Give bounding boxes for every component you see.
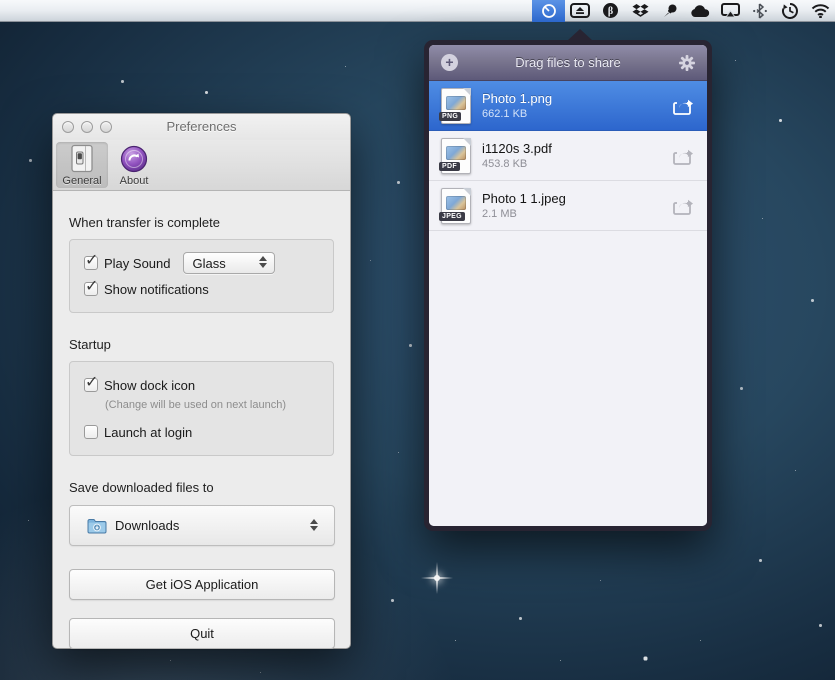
show-notifications-label: Show notifications (104, 282, 209, 297)
checkmark-icon: ✓ (85, 372, 98, 392)
file-list: PNG Photo 1.png 662.1 KB (429, 81, 707, 231)
svg-text:β: β (607, 6, 612, 17)
drop-zone[interactable] (429, 231, 707, 526)
show-dock-icon-label: Show dock icon (104, 378, 195, 393)
launch-at-login-checkbox[interactable]: ✓ (84, 425, 98, 439)
checkmark-icon: ✓ (85, 250, 98, 270)
desktop: β (0, 0, 835, 680)
download-folder-select[interactable]: Downloads (69, 505, 335, 546)
tab-general[interactable]: General (56, 142, 108, 188)
startup-heading: Startup (69, 337, 334, 352)
dropbox-icon (632, 3, 649, 19)
play-sound-checkbox[interactable]: ✓ (84, 256, 98, 270)
close-button[interactable] (62, 121, 74, 133)
transfer-complete-group: ✓ Play Sound Glass ✓ Show notifications (69, 239, 334, 313)
transfer-complete-heading: When transfer is complete (69, 215, 334, 230)
beta-app-menu-icon[interactable]: β (595, 0, 625, 22)
clock-icon (541, 3, 557, 19)
file-name: Photo 1.png (482, 91, 671, 106)
pin-menu-icon[interactable] (655, 0, 685, 22)
share-icon (671, 96, 695, 116)
share-popover: + Drag files to share (424, 40, 712, 531)
popover-title: Drag files to share (515, 55, 621, 70)
file-size: 2.1 MB (482, 208, 671, 220)
eject-icon (570, 3, 590, 18)
title-bar[interactable]: Preferences (53, 114, 350, 140)
share-icon (671, 196, 695, 216)
transfer-app-menu-icon[interactable] (532, 0, 565, 22)
png-file-icon: PNG (441, 88, 471, 124)
file-row[interactable]: PNG Photo 1.png 662.1 KB (429, 81, 707, 131)
cloud-menu-icon[interactable] (685, 0, 715, 22)
file-name: i1120s 3.pdf (482, 141, 671, 156)
stepper-arrows-icon (259, 256, 267, 268)
sound-select[interactable]: Glass (183, 252, 275, 274)
show-dock-icon-checkbox[interactable]: ✓ (84, 378, 98, 392)
pushpin-icon (662, 3, 678, 19)
file-name: Photo 1 1.jpeg (482, 191, 671, 206)
share-button[interactable] (671, 196, 695, 216)
gear-icon (678, 54, 696, 72)
airplay-icon (721, 3, 740, 18)
tab-general-label: General (62, 175, 101, 187)
wifi-menu-icon[interactable] (805, 0, 835, 22)
cloud-icon (690, 4, 710, 18)
minimize-button[interactable] (81, 121, 93, 133)
bluetooth-icon (752, 3, 768, 19)
startup-group: ✓ Show dock icon (Change will be used on… (69, 361, 334, 456)
sound-select-value: Glass (193, 256, 226, 271)
downloads-folder-icon (87, 518, 107, 534)
wifi-icon (811, 4, 830, 18)
dock-change-note: (Change will be used on next launch) (105, 399, 319, 411)
about-icon (119, 144, 149, 174)
play-sound-label: Play Sound (104, 256, 171, 271)
eject-box-menu-icon[interactable] (565, 0, 595, 22)
file-row[interactable]: PDF i1120s 3.pdf 453.8 KB (429, 131, 707, 181)
popover-arrow (567, 29, 593, 41)
checkmark-icon: ✓ (85, 276, 98, 296)
beta-icon: β (602, 2, 619, 19)
preferences-toolbar: General About (53, 140, 350, 191)
preferences-window: Preferences General (52, 113, 351, 649)
bluetooth-menu-icon[interactable] (745, 0, 775, 22)
file-size: 662.1 KB (482, 108, 671, 120)
add-file-button[interactable]: + (441, 54, 458, 71)
share-icon (671, 146, 695, 166)
file-size: 453.8 KB (482, 158, 671, 170)
popover-header: + Drag files to share (429, 45, 707, 81)
share-button[interactable] (671, 96, 695, 116)
launch-at-login-label: Launch at login (104, 425, 192, 440)
get-ios-app-button[interactable]: Get iOS Application (69, 569, 335, 600)
pdf-file-icon: PDF (441, 138, 471, 174)
light-switch-icon (69, 144, 95, 174)
time-machine-icon (781, 2, 799, 19)
dropbox-menu-icon[interactable] (625, 0, 655, 22)
tab-about-label: About (120, 175, 149, 187)
stepper-arrows-icon (310, 519, 318, 531)
airplay-menu-icon[interactable] (715, 0, 745, 22)
time-machine-menu-icon[interactable] (775, 0, 805, 22)
show-notifications-checkbox[interactable]: ✓ (84, 282, 98, 296)
settings-gear-button[interactable] (678, 54, 696, 72)
menu-bar: β (0, 0, 835, 22)
save-to-heading: Save downloaded files to (69, 480, 334, 495)
share-button[interactable] (671, 146, 695, 166)
zoom-button[interactable] (100, 121, 112, 133)
download-folder-value: Downloads (115, 518, 179, 533)
quit-button[interactable]: Quit (69, 618, 335, 649)
file-row[interactable]: JPEG Photo 1 1.jpeg 2.1 MB (429, 181, 707, 231)
tab-about[interactable]: About (108, 142, 160, 188)
jpeg-file-icon: JPEG (441, 188, 471, 224)
